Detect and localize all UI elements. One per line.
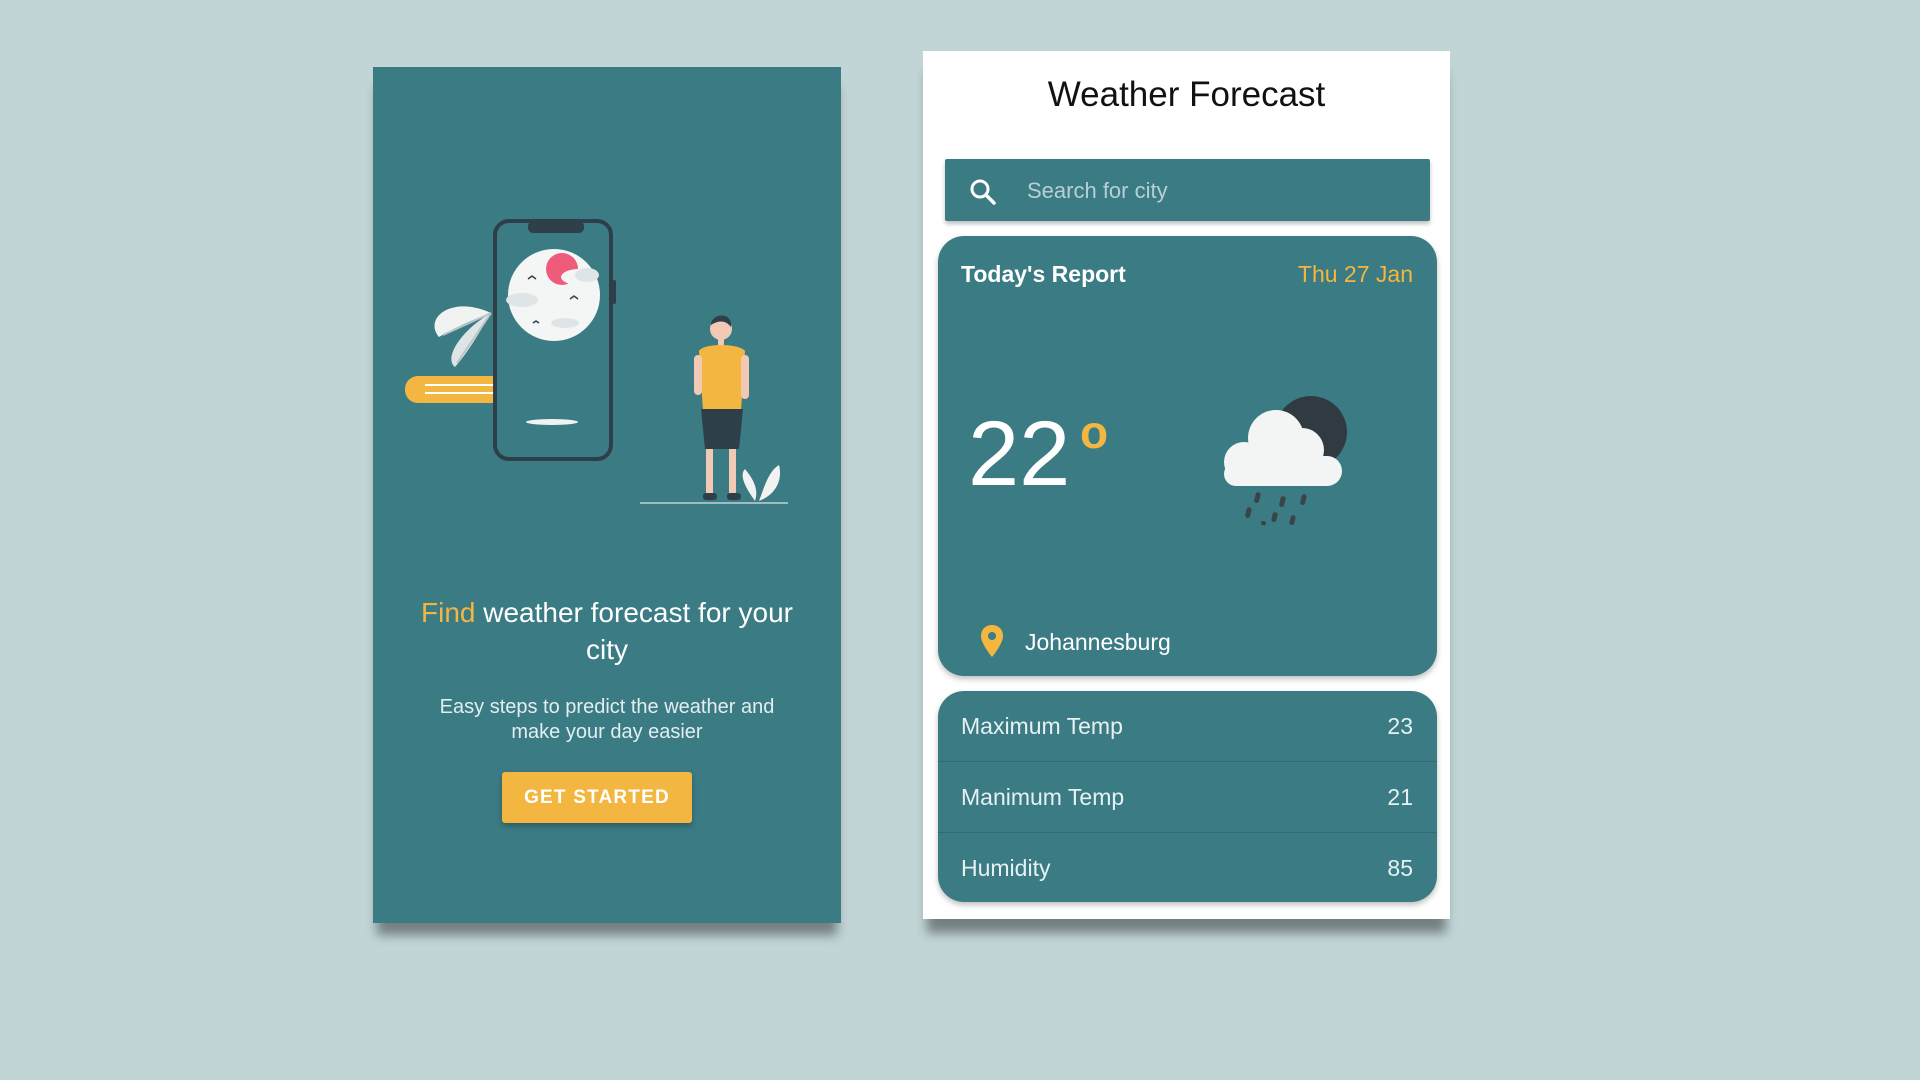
- location-pin-icon: [981, 625, 1003, 657]
- stat-row-max-temp: Maximum Temp 23: [938, 691, 1437, 762]
- palm-leaf-icon: [434, 306, 492, 367]
- stat-value: 23: [1387, 713, 1413, 739]
- degree-symbol: o: [1080, 406, 1109, 458]
- weather-stats-list: Maximum Temp 23 Manimum Temp 21 Humidity…: [938, 691, 1437, 902]
- headline-accent: Find: [421, 597, 476, 628]
- stat-row-min-temp: Manimum Temp 21: [938, 762, 1437, 833]
- search-bar[interactable]: [945, 159, 1430, 221]
- report-title: Today's Report: [961, 261, 1126, 287]
- cloud-rain-night-icon: [1224, 396, 1347, 526]
- stat-label: Humidity: [961, 855, 1051, 881]
- todays-report-card: Today's Report Thu 27 Jan 22 o Johannesb…: [938, 236, 1437, 676]
- onboarding-headline: Find weather forecast for your city: [413, 594, 801, 668]
- get-started-button[interactable]: GET STARTED: [502, 772, 692, 823]
- city-name: Johannesburg: [1025, 629, 1171, 655]
- onboarding-subtext: Easy steps to predict the weather and ma…: [439, 696, 775, 743]
- report-date: Thu 27 Jan: [1297, 261, 1413, 287]
- search-icon[interactable]: [969, 178, 997, 206]
- onboarding-screen: Find weather forecast for your city Easy…: [373, 67, 841, 923]
- stat-value: 21: [1387, 784, 1413, 810]
- stat-label: Manimum Temp: [961, 784, 1125, 810]
- search-input[interactable]: [1025, 170, 1419, 212]
- person-icon: [694, 315, 749, 500]
- weather-phone-illustration: [405, 219, 788, 504]
- page-title: Weather Forecast: [1047, 75, 1326, 114]
- stat-row-humidity: Humidity 85: [938, 833, 1437, 902]
- headline-text: weather forecast for your city: [475, 597, 793, 665]
- plant-icon: [742, 465, 781, 501]
- temperature-value: 22: [968, 403, 1071, 505]
- forecast-screen: Weather Forecast Today's Report Thu 27 J…: [923, 51, 1450, 919]
- stat-value: 85: [1387, 855, 1413, 881]
- stat-label: Maximum Temp: [961, 713, 1123, 739]
